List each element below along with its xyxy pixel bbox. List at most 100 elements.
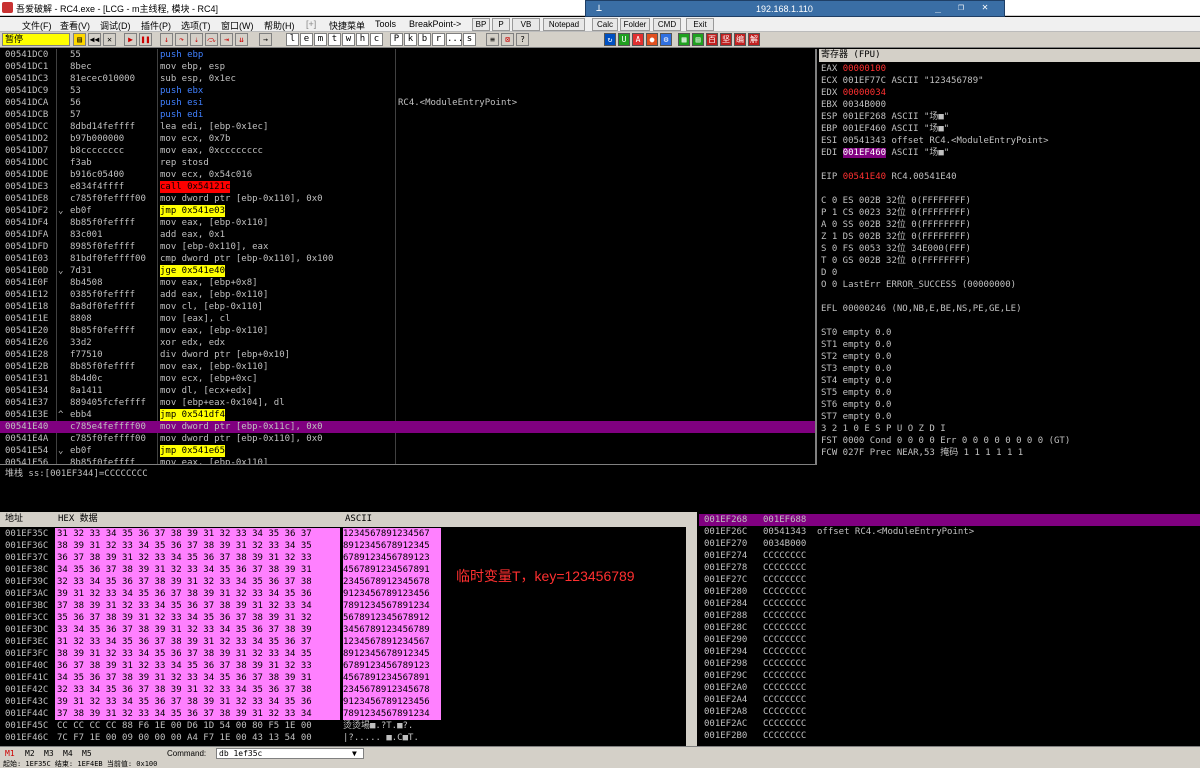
register-line[interactable]: ST6 empty 0.0 <box>821 399 891 411</box>
disasm-row[interactable]: 00541E2B 8b85f0feffff mov eax, [ebp-0x110] <box>0 361 815 373</box>
pause-icon[interactable]: ❚❚ <box>139 33 152 46</box>
disasm-row[interactable]: 00541DC1 8bec mov ebp, esp <box>0 61 815 73</box>
disasm-row[interactable]: 00541DCB 57 push edi <box>0 109 815 121</box>
disasm-row[interactable]: 00541E56 8b85f0feffff mov eax, [ebp-0x110] <box>0 457 815 464</box>
trace-into-icon[interactable]: ⇣ <box>190 33 203 46</box>
animate-icon[interactable]: ⇊ <box>235 33 248 46</box>
register-line[interactable]: A 0 SS 002B 32位 0(FFFFFFFF) <box>821 219 971 231</box>
plugin-exit-button[interactable]: Exit <box>686 18 714 31</box>
register-line[interactable]: ST2 empty 0.0 <box>821 351 891 363</box>
plugin-cmd-button[interactable]: CMD <box>653 18 681 31</box>
plugin-record-icon[interactable]: ● <box>646 33 658 46</box>
dump-row[interactable]: 001EF45C CC CC CC CC 88 F6 1E 00 D6 1D 54… <box>0 720 697 732</box>
stack-row[interactable]: 001EF284 CCCCCCCC <box>699 598 1200 610</box>
list-icon[interactable]: ≡ <box>486 33 499 46</box>
plugin-vb-button[interactable]: VB <box>512 18 540 31</box>
info-pane[interactable]: 堆栈 ss:[001EF344]=CCCCCCCC <box>0 464 817 512</box>
dump-row[interactable]: 001EF43C 39 31 32 33 34 35 36 37 38 39 31… <box>0 696 697 708</box>
menu-plugins[interactable]: 插件(P) <box>141 19 171 32</box>
disasm-row[interactable]: 00541DD2 b97b000000 mov ecx, 0x7b <box>0 133 815 145</box>
window-threads-button[interactable]: t <box>328 33 341 46</box>
dump-scrollbar[interactable] <box>686 527 697 746</box>
menu-debug[interactable]: 调试(D) <box>100 19 131 32</box>
rewind-icon[interactable]: ◀◀ <box>88 33 101 46</box>
dump-row[interactable]: 001EF35C 31 32 33 34 35 36 37 38 39 31 32… <box>0 528 697 540</box>
disasm-row[interactable]: 00541E37 889405fcfeffff mov [ebp+eax-0x104… <box>0 397 815 409</box>
disasm-row[interactable]: 00541E0D ⌄ 7d31 jge 0x541e40 <box>0 265 815 277</box>
plugin-grid-icon[interactable]: ▦ <box>678 33 690 46</box>
register-line[interactable]: ECX 001EF77C ASCII "123456789" <box>821 75 984 87</box>
plugin-chinese-1-icon[interactable]: 百 <box>706 33 718 46</box>
menu-breakpoint[interactable]: BreakPoint-> <box>409 19 461 29</box>
plugin-calc-button[interactable]: Calc <box>592 18 618 31</box>
stack-row[interactable]: 001EF2A4 CCCCCCCC <box>699 694 1200 706</box>
disasm-row[interactable]: 00541E28 f77510 div dword ptr [ebp+0x10] <box>0 349 815 361</box>
register-line[interactable]: ST1 empty 0.0 <box>821 339 891 351</box>
window-references-button[interactable]: r <box>432 33 445 46</box>
register-line[interactable]: FCW 027F Prec NEAR,53 掩码 1 1 1 1 1 1 <box>821 447 1023 459</box>
register-line[interactable]: D 0 <box>821 267 837 279</box>
plugin-settings-icon[interactable]: ⚙ <box>660 33 672 46</box>
stack-row[interactable]: 001EF274 CCCCCCCC <box>699 550 1200 562</box>
disasm-row[interactable]: 00541DFA 83c001 add eax, 0x1 <box>0 229 815 241</box>
stack-row[interactable]: 001EF26C 00541343 offset RC4.<ModuleEntryP… <box>699 526 1200 538</box>
close-process-icon[interactable]: ✕ <box>103 33 116 46</box>
register-line[interactable]: EBP 001EF460 ASCII "场■" <box>821 123 949 135</box>
register-line[interactable]: P 1 CS 0023 32位 0(FFFFFFFF) <box>821 207 971 219</box>
register-line[interactable]: T 0 GS 002B 32位 0(FFFFFFFF) <box>821 255 971 267</box>
plugin-bp-button[interactable]: BP <box>472 18 490 31</box>
stack-row[interactable]: 001EF290 CCCCCCCC <box>699 634 1200 646</box>
dump-row[interactable]: 001EF3FC 38 39 31 32 33 34 35 36 37 38 39… <box>0 648 697 660</box>
register-line[interactable]: Z 1 DS 002B 32位 0(FFFFFFFF) <box>821 231 971 243</box>
pin-icon[interactable]: ⊥ <box>596 3 608 15</box>
dump-row[interactable]: 001EF3BC 37 38 39 31 32 33 34 35 36 37 38… <box>0 600 697 612</box>
disasm-row[interactable]: 00541DE8 c785f0feffff00 mov dword ptr [ebp… <box>0 193 815 205</box>
disasm-row[interactable]: 00541DCA 56 push esi RC4.<ModuleEntryPoint> <box>0 97 815 109</box>
disasm-row[interactable]: 00541DDE b916c05400 mov ecx, 0x54c016 <box>0 169 815 181</box>
step-into-icon[interactable]: ↓ <box>160 33 173 46</box>
register-line[interactable]: C 0 ES 002B 32位 0(FFFFFFFF) <box>821 195 971 207</box>
register-line[interactable]: O 0 LastErr ERROR_SUCCESS (00000000) <box>821 279 1016 291</box>
stack-row[interactable]: 001EF270 0034B000 <box>699 538 1200 550</box>
stack-row[interactable]: 001EF288 CCCCCCCC <box>699 610 1200 622</box>
stack-row[interactable]: 001EF2B0 CCCCCCCC <box>699 730 1200 742</box>
register-line[interactable]: EFL 00000246 (NO,NB,E,BE,NS,PE,GE,LE) <box>821 303 1021 315</box>
plugin-refresh-icon[interactable]: ↻ <box>604 33 616 46</box>
restore-icon[interactable]: ❐ <box>954 2 968 16</box>
stack-row[interactable]: 001EF268 001EF688 <box>699 514 1200 526</box>
disasm-row[interactable]: 00541DD7 b8cccccccc mov eax, 0xcccccccc <box>0 145 815 157</box>
tab-m2[interactable]: M2 <box>25 749 35 758</box>
register-line[interactable]: ST3 empty 0.0 <box>821 363 891 375</box>
plugin-p-button[interactable]: P <box>492 18 510 31</box>
stack-row[interactable]: 001EF28C CCCCCCCC <box>699 622 1200 634</box>
dump-row[interactable]: 001EF3AC 39 31 32 33 34 35 36 37 38 39 31… <box>0 588 697 600</box>
register-line[interactable]: ST5 empty 0.0 <box>821 387 891 399</box>
help-icon[interactable]: ? <box>516 33 529 46</box>
disasm-row[interactable]: 00541E0F 8b4508 mov eax, [ebp+0x8] <box>0 277 815 289</box>
window-run-trace-button[interactable]: ... <box>446 33 463 46</box>
register-line[interactable]: EBX 0034B000 <box>821 99 886 111</box>
register-line[interactable]: FST 0000 Cond 0 0 0 0 Err 0 0 0 0 0 0 0 … <box>821 435 1070 447</box>
menu-expand[interactable]: [+] <box>306 19 316 29</box>
plugin-folder-button[interactable]: Folder <box>620 18 650 31</box>
command-input[interactable]: db 1ef35c <box>216 748 364 759</box>
disasm-row[interactable]: 00541E34 8a1411 mov dl, [ecx+edx] <box>0 385 815 397</box>
disasm-row[interactable]: 00541E1E 8808 mov [eax], cl <box>0 313 815 325</box>
goto-icon[interactable]: → <box>259 33 272 46</box>
window-modules-button[interactable]: e <box>300 33 313 46</box>
register-line[interactable]: ST0 empty 0.0 <box>821 327 891 339</box>
tab-m4[interactable]: M4 <box>63 749 73 758</box>
dump-row[interactable]: 001EF3EC 31 32 33 34 35 36 37 38 39 31 32… <box>0 636 697 648</box>
dump-col-ascii[interactable]: ASCII <box>345 512 372 527</box>
disasm-row[interactable]: 00541DDC f3ab rep stosd <box>0 157 815 169</box>
memory-dump-pane[interactable]: 地址 HEX 数据 ASCII 001EF35C 31 32 33 34 35 3… <box>0 512 697 746</box>
stack-row[interactable]: 001EF298 CCCCCCCC <box>699 658 1200 670</box>
dump-row[interactable]: 001EF42C 32 33 34 35 36 37 38 39 31 32 33… <box>0 684 697 696</box>
register-line[interactable]: ESI 00541343 offset RC4.<ModuleEntryPoin… <box>821 135 1049 147</box>
run-icon[interactable]: ▶ <box>124 33 137 46</box>
dump-col-hex[interactable]: HEX 数据 <box>58 512 98 527</box>
plugin-a-icon[interactable]: A <box>632 33 644 46</box>
stack-row[interactable]: 001EF2AC CCCCCCCC <box>699 718 1200 730</box>
disasm-row[interactable]: 00541DCC 8dbd14feffff lea edi, [ebp-0x1ec] <box>0 121 815 133</box>
tab-m1[interactable]: M1 <box>5 749 15 758</box>
